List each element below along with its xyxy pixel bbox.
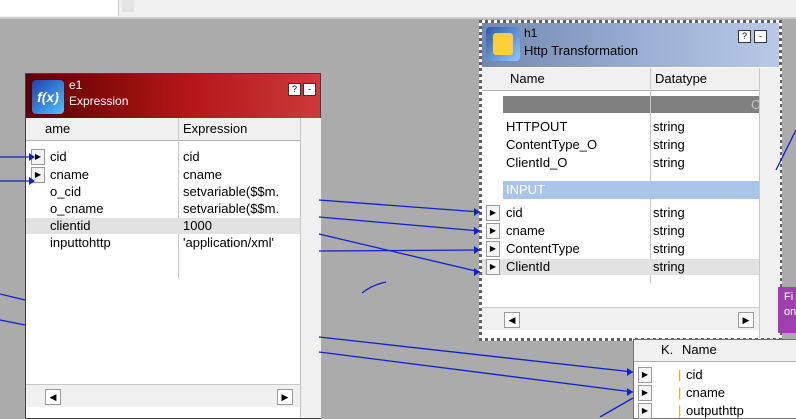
partial-transformation-box[interactable]: Fi on <box>778 287 796 333</box>
transformation-type: Expression <box>69 94 129 108</box>
tab-stub[interactable] <box>0 0 119 16</box>
port-row-clientid-o[interactable]: ClientId_O string ▶ <box>482 155 773 171</box>
minimize-button[interactable]: - <box>754 30 767 43</box>
port-row-cname[interactable]: ▶ cname string <box>482 223 759 239</box>
input-group-header: INPUT <box>503 181 759 199</box>
port-name: cname <box>50 167 90 182</box>
horizontal-scrollbar[interactable]: ◀ ▶ <box>26 384 300 407</box>
port-datatype: string <box>653 241 685 256</box>
row-selector[interactable]: ▶ <box>638 385 652 401</box>
key-column-header[interactable]: K. <box>661 342 673 357</box>
http-transformation-icon <box>486 27 520 61</box>
horizontal-scrollbar[interactable]: ◀ ▶ <box>482 307 759 330</box>
column-header: Name Datatype <box>482 68 759 91</box>
port-name: outputhttp <box>686 403 744 418</box>
column-header: ame Expression <box>26 118 300 141</box>
name-column-header[interactable]: ame <box>45 121 70 136</box>
port-name: cname <box>506 223 546 238</box>
port-name: o_cname <box>50 201 104 216</box>
key-marker: | <box>678 403 682 418</box>
port-row-inputtohttp[interactable]: inputtohttp 'application/xml' ▶ <box>26 235 316 251</box>
port-name: cname <box>686 385 726 400</box>
key-marker: | <box>678 385 682 400</box>
column-header: K. Name <box>634 340 796 362</box>
http-transformation[interactable]: h1 Http Transformation ? - Name Datatype… <box>479 20 782 341</box>
row-selector[interactable]: ▶ <box>486 205 500 221</box>
vertical-scrollbar[interactable] <box>759 68 780 338</box>
port-row-o-cname[interactable]: o_cname setvariable($$m. ▶ <box>26 201 316 217</box>
port-name: ClientId <box>506 259 551 274</box>
port-name: inputtohttp <box>50 235 111 250</box>
purple-box-line2: on <box>784 306 796 318</box>
row-selector[interactable]: ▶ <box>31 167 45 183</box>
port-row-cname[interactable]: ▶ | cname <box>634 385 796 401</box>
port-expression: setvariable($$m. <box>183 201 280 216</box>
port-name: ContentType_O <box>506 137 598 152</box>
port-row-httpout[interactable]: HTTPOUT string ▶ <box>482 119 773 135</box>
port-name: cid <box>50 149 67 164</box>
port-datatype: string <box>653 119 685 134</box>
expression-icon: f(x) <box>32 80 64 114</box>
scroll-right-button[interactable]: ▶ <box>277 389 293 405</box>
help-button[interactable]: ? <box>738 30 751 43</box>
key-marker: | <box>678 367 682 382</box>
target-transformation[interactable]: K. Name ▶ | cid ▶ | cname ▶ | outputhttp <box>633 339 796 419</box>
name-column-header[interactable]: Name <box>510 71 545 86</box>
port-datatype: string <box>653 259 685 274</box>
vertical-scrollbar[interactable] <box>300 118 321 418</box>
scroll-left-button[interactable]: ◀ <box>45 389 61 405</box>
scroll-right-button[interactable]: ▶ <box>738 312 754 328</box>
port-row-cid[interactable]: ▶ cid cid ▶ <box>26 149 316 165</box>
port-expression: setvariable($$m. <box>183 184 280 199</box>
row-selector[interactable]: ▶ <box>638 367 652 383</box>
row-selector[interactable]: ▶ <box>486 259 500 275</box>
port-row-cid[interactable]: ▶ cid string <box>482 205 759 221</box>
group-label: INPUT <box>506 182 545 197</box>
top-toolbar <box>0 0 796 18</box>
port-datatype: string <box>653 205 685 220</box>
port-datatype: string <box>653 137 685 152</box>
port-row-contenttype-o[interactable]: ContentType_O string ▶ <box>482 137 773 153</box>
port-row-contenttype[interactable]: ▶ ContentType string <box>482 241 759 257</box>
http-title-bar[interactable]: h1 Http Transformation ? - <box>482 23 779 67</box>
port-expression: 'application/xml' <box>183 235 274 250</box>
datatype-column-header[interactable]: Datatype <box>655 71 707 86</box>
port-expression: cid <box>183 149 200 164</box>
canvas-line <box>0 18 796 19</box>
minimize-button[interactable]: - <box>303 83 316 96</box>
row-selector[interactable]: ▶ <box>486 241 500 257</box>
expression-column-header[interactable]: Expression <box>183 121 247 136</box>
port-row-clientid[interactable]: ▶ ClientId string <box>482 259 759 275</box>
transformation-type: Http Transformation <box>524 43 639 58</box>
expression-title-bar[interactable]: f(x) e1 Expression ? - <box>26 74 320 118</box>
port-datatype: string <box>653 223 685 238</box>
tab-stub-small[interactable] <box>122 0 134 12</box>
port-row-cname[interactable]: ▶ cname cname ▶ <box>26 167 316 183</box>
port-name: ClientId_O <box>506 155 568 170</box>
transformation-name: e1 <box>69 78 83 92</box>
port-expression: 1000 <box>183 218 212 233</box>
port-row-cid[interactable]: ▶ | cid <box>634 367 796 383</box>
port-name: ContentType <box>506 241 580 256</box>
separator-row: C <box>503 96 760 113</box>
transformation-name: h1 <box>524 26 538 40</box>
row-selector[interactable]: ▶ <box>486 223 500 239</box>
help-button[interactable]: ? <box>288 83 301 96</box>
port-name: o_cid <box>50 184 82 199</box>
port-name: cid <box>686 367 703 382</box>
port-datatype: string <box>653 155 685 170</box>
port-name: cid <box>506 205 523 220</box>
expression-transformation[interactable]: f(x) e1 Expression ? - ame Expression ▶ … <box>25 73 321 419</box>
scroll-left-button[interactable]: ◀ <box>504 312 520 328</box>
port-row-clientid[interactable]: clientid 1000 ▶ <box>26 218 316 234</box>
port-name: clientid <box>50 218 91 233</box>
port-expression: cname <box>183 167 223 182</box>
purple-box-line1: Fi <box>784 291 794 303</box>
row-selector[interactable]: ▶ <box>31 149 45 165</box>
port-name: HTTPOUT <box>506 119 568 134</box>
port-row-o-cid[interactable]: o_cid setvariable($$m. ▶ <box>26 184 316 200</box>
name-column-header[interactable]: Name <box>682 342 717 357</box>
